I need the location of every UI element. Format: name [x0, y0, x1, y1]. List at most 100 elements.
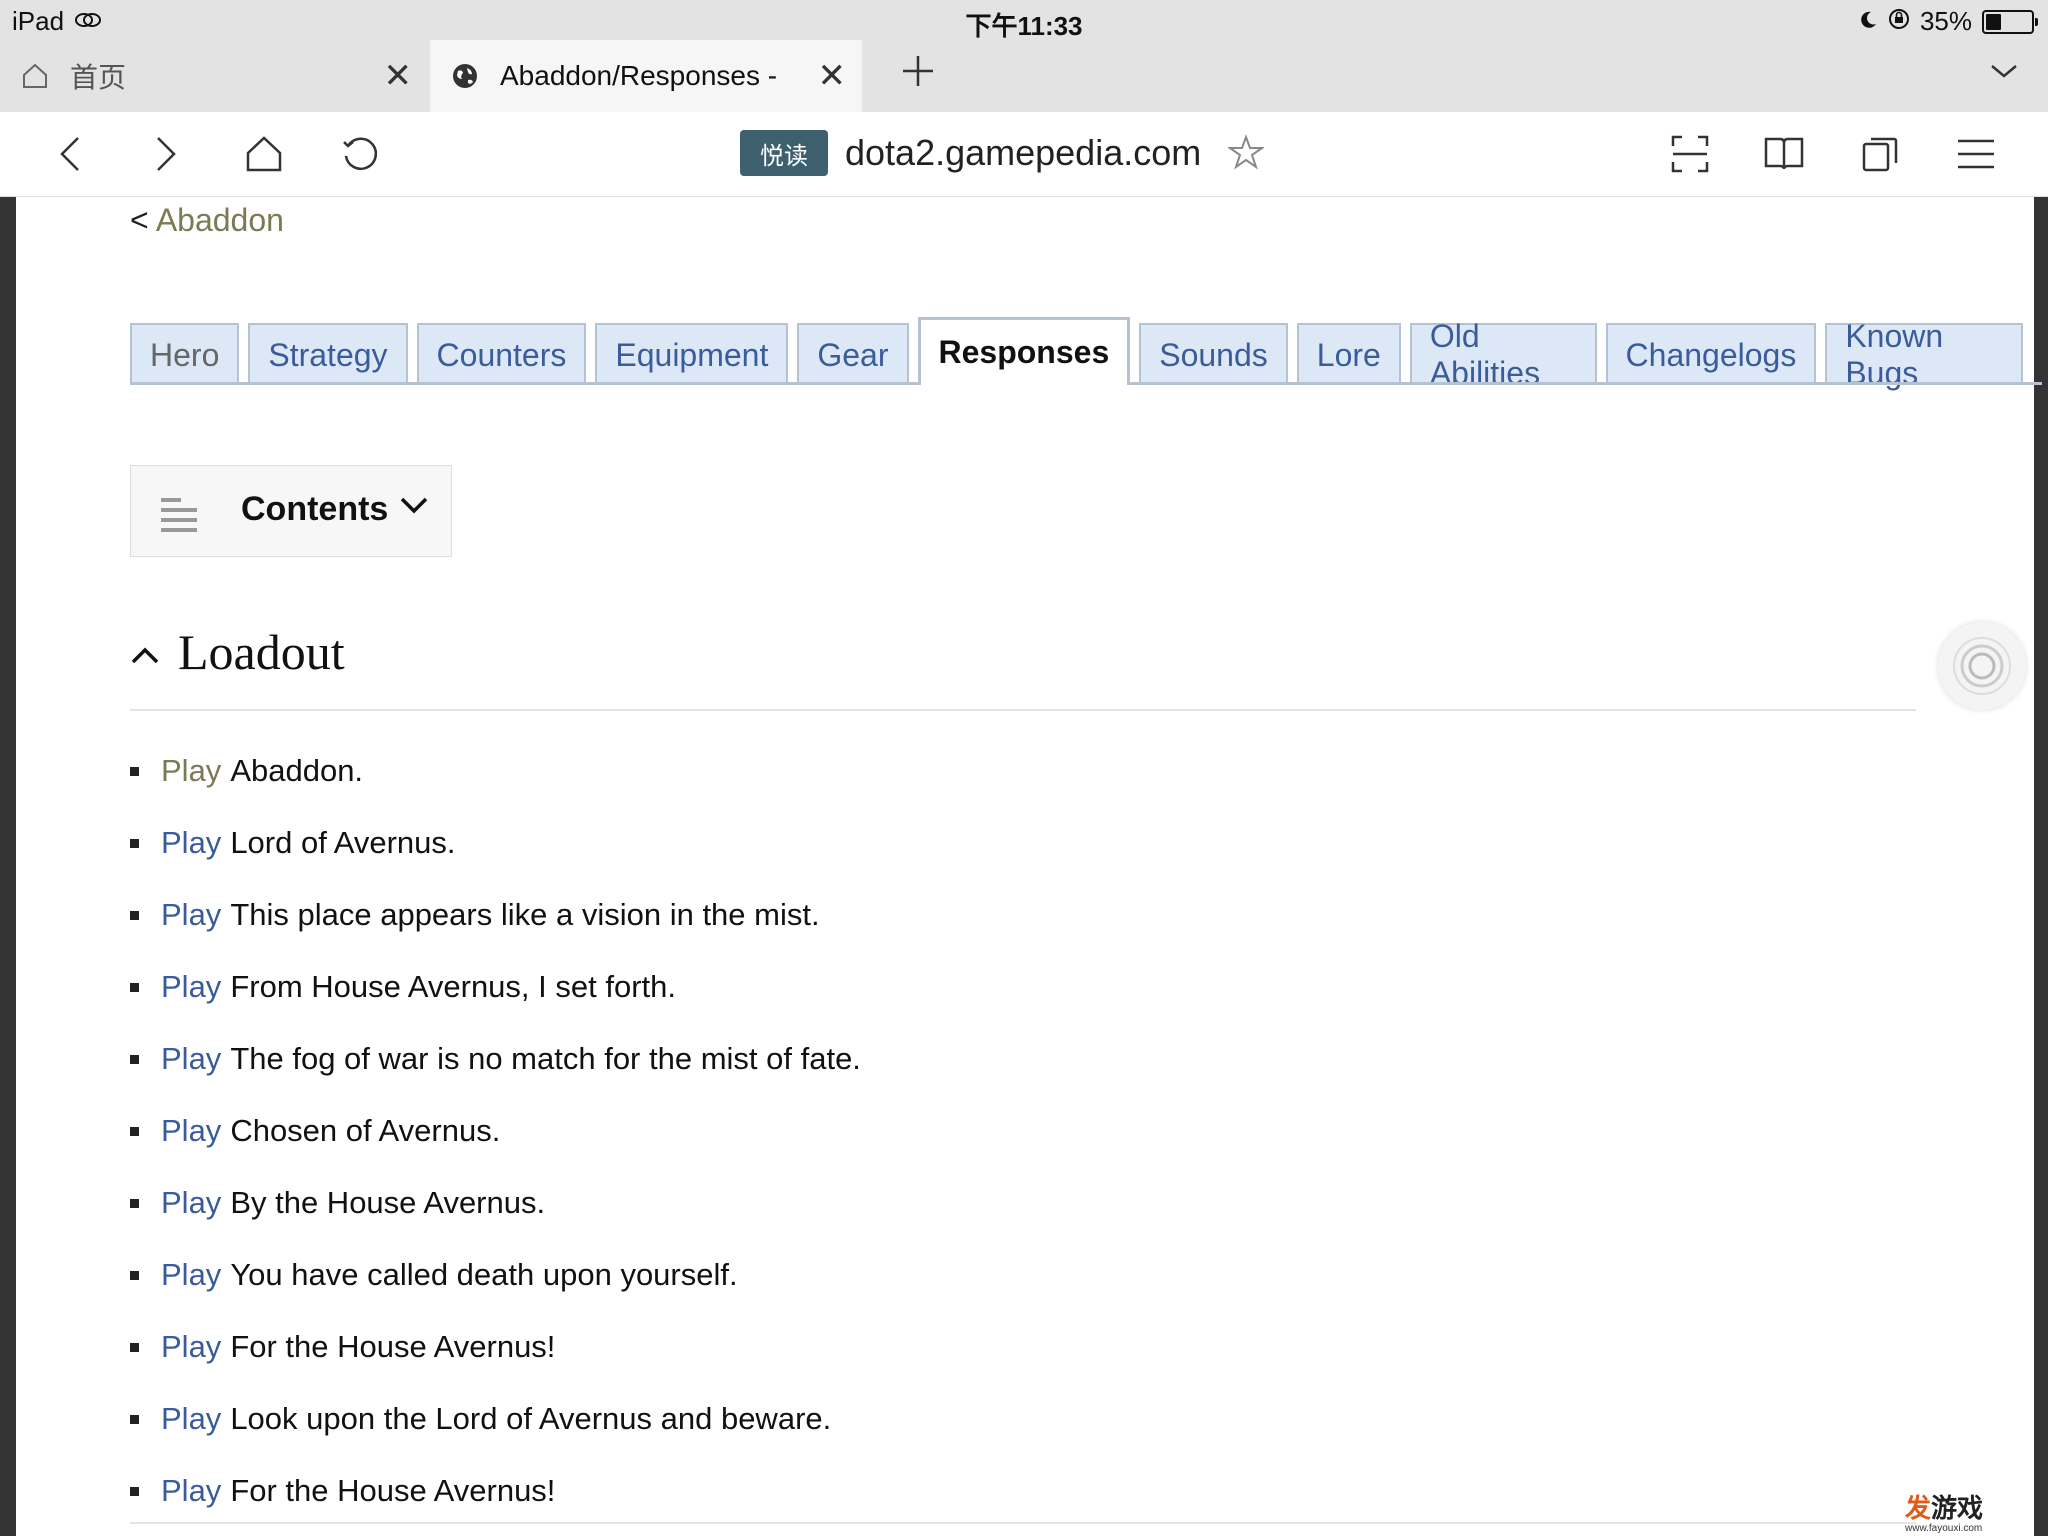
list-item: Play Look upon the Lord of Avernus and be…: [130, 1383, 861, 1455]
browser-tab-title: Abaddon/Responses -: [500, 60, 778, 91]
browser-toolbar: 悦读 dota2.gamepedia.com: [0, 112, 2048, 197]
play-link[interactable]: Play: [161, 1329, 221, 1365]
scan-button[interactable]: [1666, 130, 1714, 178]
section-loadout-header[interactable]: Loadout: [130, 617, 1916, 711]
tab-responses[interactable]: Responses: [917, 317, 1131, 385]
bullet-icon: [130, 766, 139, 776]
hero-nav-tabs: Hero Strategy Counters Equipment Gear Re…: [130, 315, 2042, 391]
tab-old-abilities[interactable]: Old Abilities: [1409, 318, 1597, 391]
response-text: You have called death upon yourself.: [230, 1257, 738, 1292]
back-button[interactable]: [46, 130, 94, 178]
list-item: Play For the House Avernus!: [130, 1311, 861, 1383]
bullet-icon: [130, 910, 139, 920]
chevron-up-icon[interactable]: [130, 643, 160, 672]
new-tab-button[interactable]: [900, 50, 936, 100]
status-bar: iPad 下午11:33 35%: [0, 0, 2048, 41]
play-link[interactable]: Play: [161, 1257, 221, 1293]
browser-tab-strip: 首页 ✕ Abaddon/Responses - ✕: [0, 40, 2048, 112]
play-link[interactable]: Play: [161, 1185, 221, 1221]
chevron-down-icon: [399, 494, 429, 523]
close-icon[interactable]: ✕: [384, 56, 413, 96]
tab-known-bugs[interactable]: Known Bugs: [1825, 318, 2023, 391]
bullet-icon: [130, 1054, 139, 1064]
bullet-icon: [130, 1342, 139, 1352]
tab-sounds[interactable]: Sounds: [1139, 323, 1288, 385]
bullet-icon: [130, 1414, 139, 1424]
scrollbar[interactable]: [2034, 197, 2048, 1536]
response-text: Lord of Avernus.: [230, 825, 456, 860]
contents-label: Contents: [241, 490, 389, 528]
play-link[interactable]: Play: [161, 1113, 221, 1149]
bullet-icon: [130, 982, 139, 992]
list-icon: [159, 494, 199, 539]
tab-hero[interactable]: Hero: [130, 323, 240, 385]
moon-icon: [1858, 6, 1878, 37]
list-item: Play Lord of Avernus.: [130, 807, 861, 879]
response-text: For the House Avernus!: [230, 1329, 556, 1364]
chevron-down-icon[interactable]: [1990, 62, 2018, 85]
bullet-icon: [130, 1198, 139, 1208]
watermark-logo: 发游戏 www.fayouxi.com: [1905, 1493, 1984, 1534]
battery-percent: 35%: [1919, 6, 1972, 36]
play-link[interactable]: Play: [161, 897, 221, 933]
rotation-lock-icon: [1888, 6, 1910, 37]
responses-list: Play Abaddon. Play Lord of Avernus. Play This…: [130, 735, 861, 1527]
address-bar[interactable]: dota2.gamepedia.com: [845, 132, 1201, 174]
floating-assist-button[interactable]: [1938, 622, 2026, 710]
reader-mode-button[interactable]: 悦读: [740, 130, 828, 176]
menu-button[interactable]: [1952, 130, 2000, 178]
response-text: Look upon the Lord of Avernus and beware…: [230, 1401, 832, 1436]
list-item: Play Chosen of Avernus.: [130, 1095, 861, 1167]
tab-strategy[interactable]: Strategy: [248, 323, 408, 385]
close-icon[interactable]: ✕: [818, 56, 847, 96]
play-link[interactable]: Play: [161, 1401, 221, 1437]
list-item: Play By the House Avernus.: [130, 1167, 861, 1239]
bookmarks-button[interactable]: [1760, 130, 1808, 178]
list-item: Play From House Avernus, I set forth.: [130, 951, 861, 1023]
forward-button[interactable]: [142, 130, 190, 178]
globe-icon: [450, 61, 480, 91]
play-link[interactable]: Play: [161, 1473, 221, 1509]
response-text: By the House Avernus.: [230, 1185, 546, 1220]
bullet-icon: [130, 1126, 139, 1136]
star-icon[interactable]: [1226, 134, 1266, 175]
list-item: Play This place appears like a vision in …: [130, 879, 861, 951]
list-item: Play You have called death upon yourself.: [130, 1239, 861, 1311]
response-text: Chosen of Avernus.: [230, 1113, 501, 1148]
section-divider: [130, 1522, 1916, 1524]
home-button[interactable]: [240, 130, 288, 178]
response-text: This place appears like a vision in the …: [230, 897, 820, 932]
bullet-icon: [130, 1270, 139, 1280]
page-frame-left: [0, 197, 16, 1536]
list-item: Play Abaddon.: [130, 735, 861, 807]
list-item: Play For the House Avernus!: [130, 1455, 861, 1527]
response-text: For the House Avernus!: [230, 1473, 556, 1508]
status-time: 下午11:33: [965, 11, 1083, 41]
response-text: Abaddon.: [230, 753, 364, 788]
play-link[interactable]: Play: [161, 969, 221, 1005]
browser-tab-home[interactable]: 首页 ✕: [0, 40, 428, 112]
tab-changelogs[interactable]: Changelogs: [1605, 323, 1817, 385]
bullet-icon: [130, 1486, 139, 1496]
section-title: Loadout: [178, 624, 345, 680]
browser-tab-title: 首页: [70, 62, 127, 93]
response-text: From House Avernus, I set forth.: [230, 969, 676, 1004]
browser-tab-active[interactable]: Abaddon/Responses - ✕: [430, 40, 862, 112]
breadcrumb-link[interactable]: Abaddon: [156, 202, 284, 238]
home-icon: [20, 61, 50, 91]
tab-lore[interactable]: Lore: [1296, 323, 1401, 385]
battery-icon: [1982, 9, 2038, 34]
tab-counters[interactable]: Counters: [416, 323, 587, 385]
tab-gear[interactable]: Gear: [797, 323, 909, 385]
tabs-overview-button[interactable]: [1856, 130, 1904, 178]
play-link[interactable]: Play: [161, 825, 221, 861]
breadcrumb-prefix: <: [130, 202, 156, 238]
play-link[interactable]: Play: [161, 1041, 221, 1077]
breadcrumb: < Abaddon: [130, 202, 284, 239]
play-link[interactable]: Play: [161, 753, 221, 789]
response-text: The fog of war is no match for the mist …: [230, 1041, 861, 1076]
page-content: < Abaddon Hero Strategy Counters Equipme…: [16, 197, 2042, 1536]
tab-equipment[interactable]: Equipment: [595, 323, 789, 385]
contents-toggle[interactable]: Contents: [130, 465, 452, 557]
reload-button[interactable]: [336, 130, 384, 178]
